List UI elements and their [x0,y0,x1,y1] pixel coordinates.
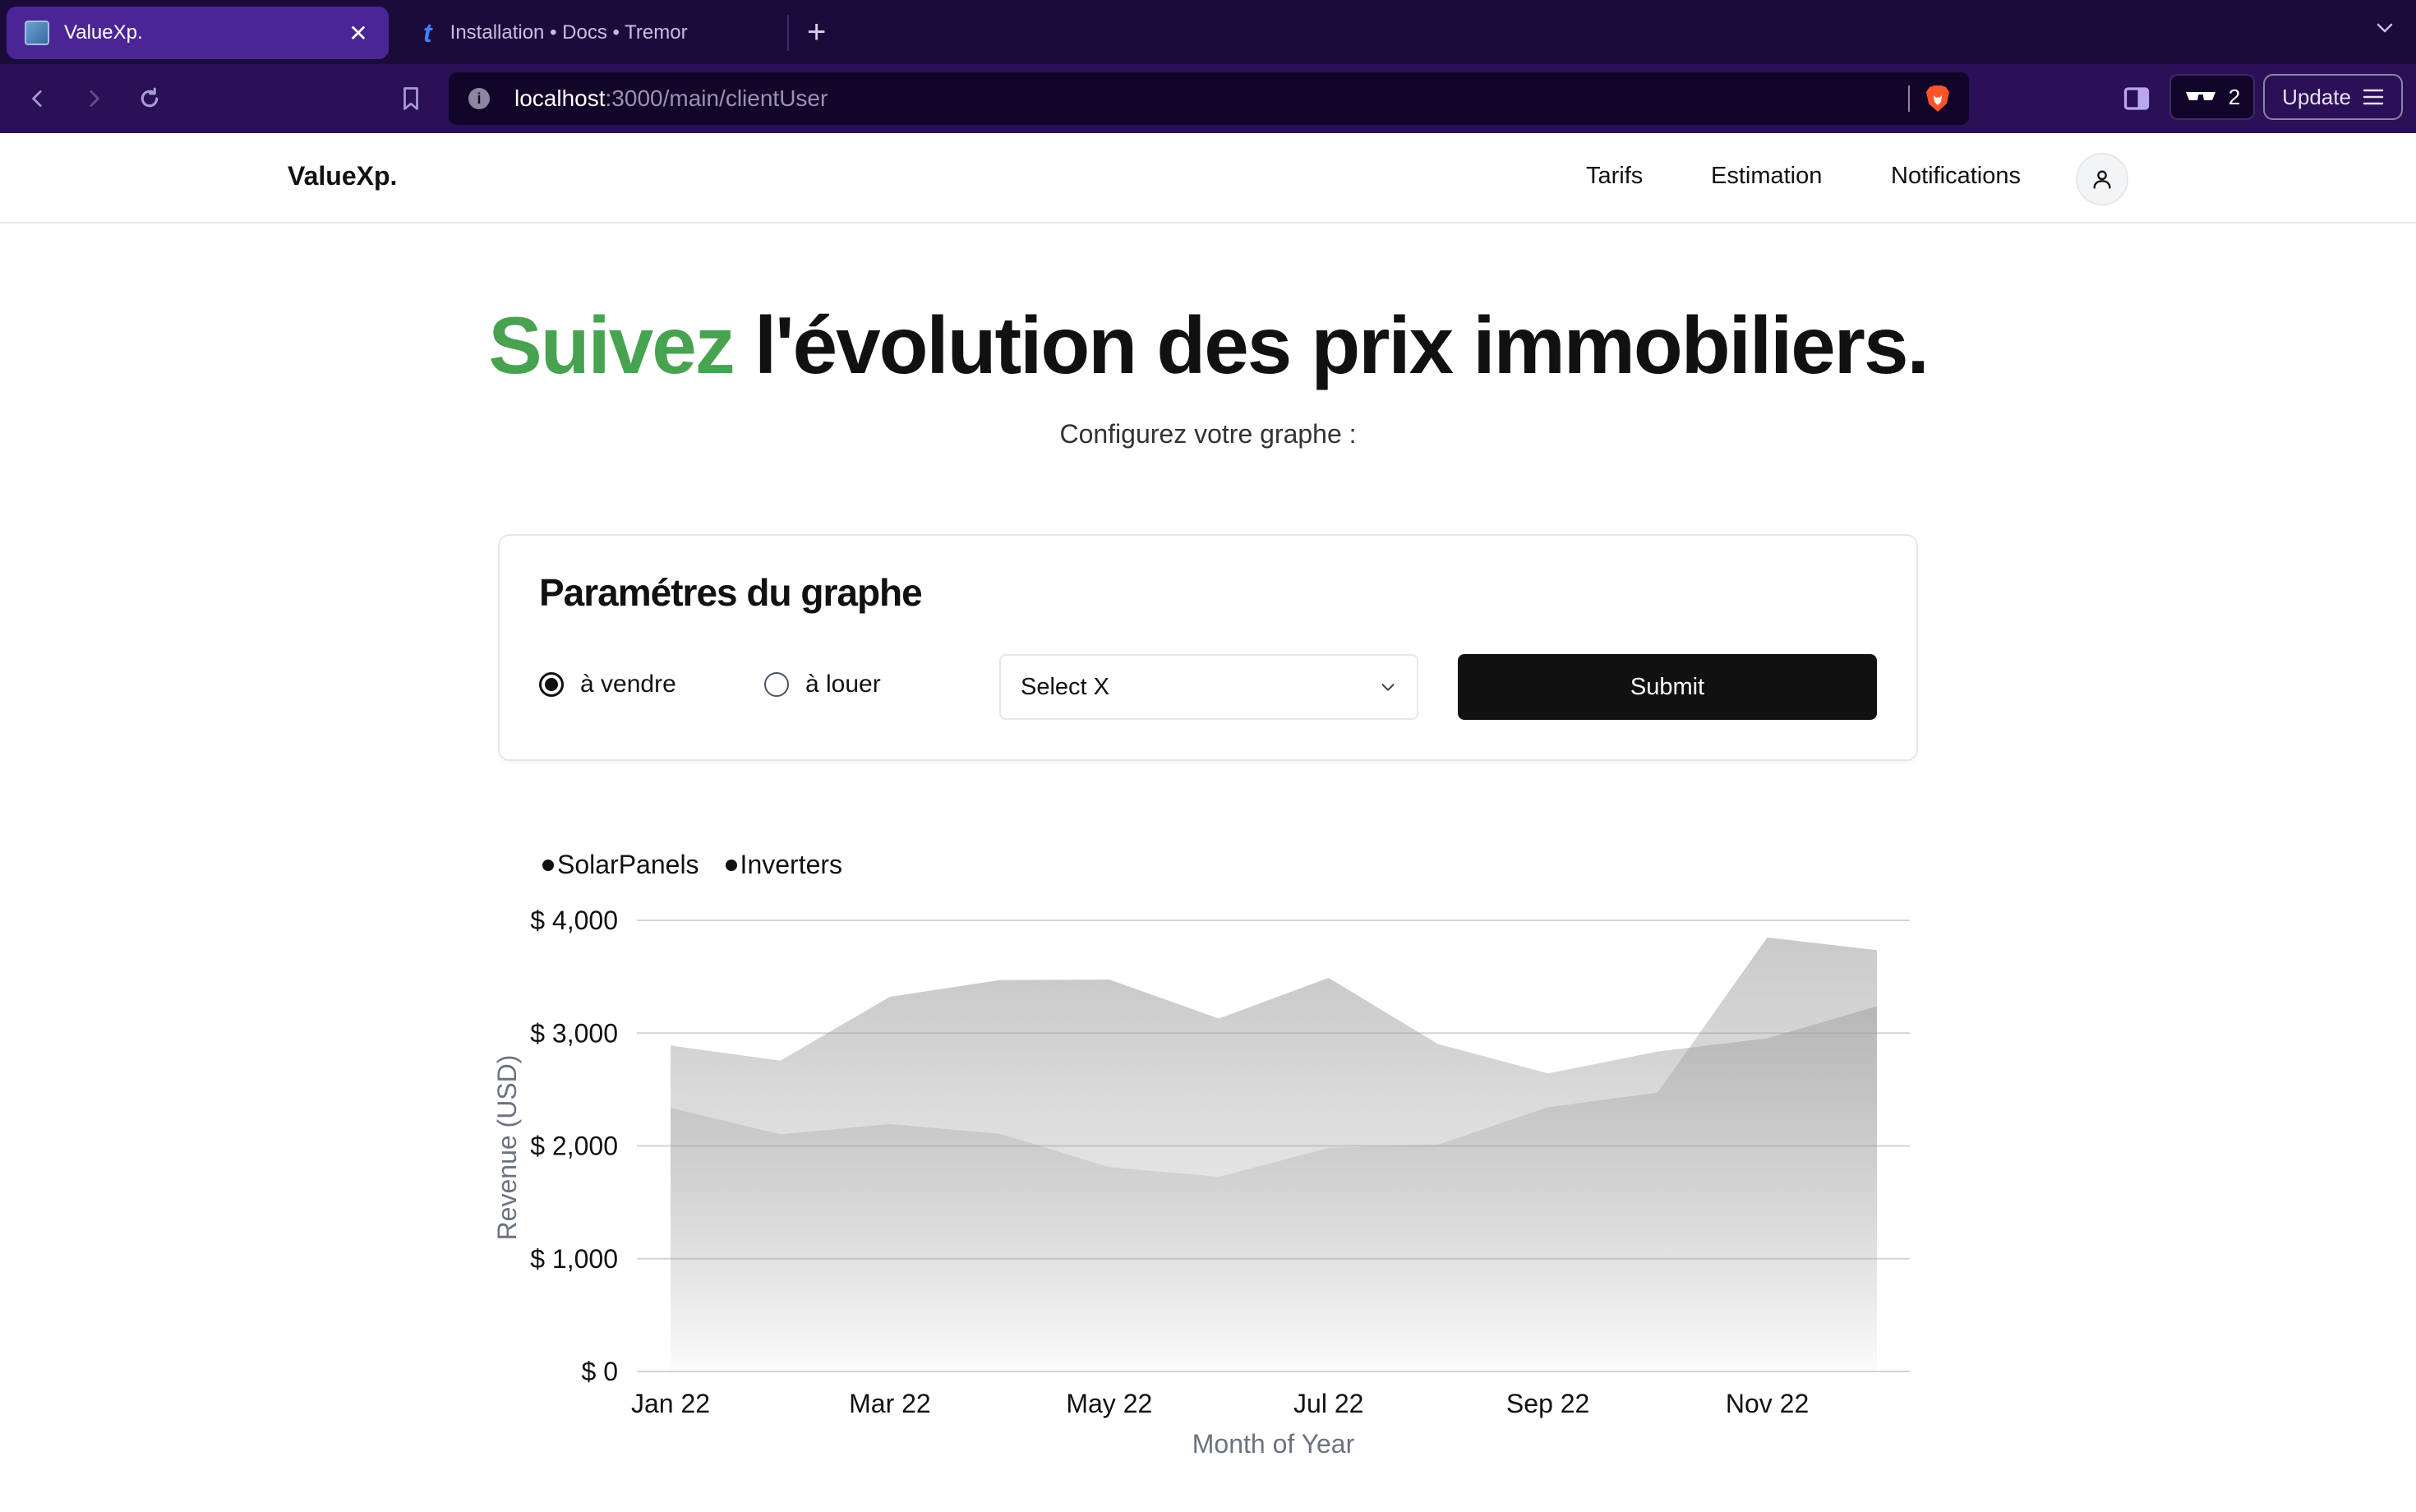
url-host: localhost [514,85,606,111]
update-button[interactable]: Update [2263,74,2403,120]
x-axis-select[interactable]: Select X [999,654,1418,720]
browser-toolbar: i localhost:3000/main/clientUser 2 Updat… [0,64,2416,133]
radio-label: à vendre [580,671,676,698]
tab-label: Installation • Docs • Tremor [450,21,688,44]
x-tick-label: May 22 [1066,1389,1152,1418]
title-accent: Suivez [488,300,735,390]
y-axis-label: Revenue (USD) [492,1055,522,1241]
title-rest: l'évolution des prix immobiliers. [754,300,1930,390]
y-tick-label: $ 2,000 [530,1132,618,1161]
area-series-inverters [671,937,1877,1371]
y-tick-label: $ 0 [582,1357,618,1386]
legend-dot [725,859,737,871]
extension-count: 2 [2228,84,2241,109]
reload-icon [141,87,159,108]
nav-link-estimation[interactable]: Estimation [1711,163,1822,190]
graph-params-card: Paramétres du graphe à vendre à louer Se… [498,534,1918,761]
update-label: Update [2282,84,2351,109]
x-tick-label: Nov 22 [1726,1389,1809,1418]
radio-for-rent[interactable]: à louer [764,671,881,698]
tab-divider [787,15,789,51]
chevron-down-icon [1381,684,1395,691]
sidebar-toggle-icon[interactable] [2122,84,2151,113]
legend-dot [542,859,554,871]
select-value: Select X [1021,673,1109,700]
arrow-left-icon [32,90,42,108]
radio-for-sale[interactable]: à vendre [539,671,676,698]
close-icon[interactable]: ✕ [346,20,371,47]
legend-label: SolarPanels [557,850,699,879]
nav-link-notifications[interactable]: Notifications [1891,163,2021,190]
address-bar[interactable]: i localhost:3000/main/clientUser [449,72,1969,125]
x-tick-label: Jan 22 [631,1389,710,1418]
submit-button[interactable]: Submit [1458,654,1877,720]
x-axis-label: Month of Year [1192,1429,1355,1459]
radio-unchecked-icon[interactable] [764,672,789,697]
page-subtitle: Configurez votre graphe : [1059,419,1357,449]
user-icon [2093,170,2111,189]
tab-valuexp[interactable]: ValueXp. ✕ [7,7,389,59]
radio-checked-icon[interactable] [539,672,564,697]
x-tick-label: Jul 22 [1293,1389,1363,1418]
x-tick-label: Mar 22 [849,1389,931,1418]
bookmark-icon [403,87,418,110]
brave-shields-icon[interactable] [1925,84,1951,113]
y-tick-label: $ 1,000 [530,1244,618,1274]
app-favicon-icon [25,21,49,45]
back-button[interactable] [20,81,56,117]
chevron-down-icon[interactable] [2375,18,2395,38]
area-series-solarpanels [671,977,1877,1371]
forward-button[interactable] [76,81,112,117]
y-tick-label: $ 3,000 [530,1018,618,1048]
tab-label: ValueXp. [64,21,143,44]
card-title: Paramétres du graphe [539,571,923,614]
legend-item-solarpanels[interactable]: SolarPanels [542,850,699,880]
new-tab-icon[interactable]: + [807,12,826,53]
site-info-icon[interactable]: i [468,88,490,109]
nav-link-tarifs[interactable]: Tarifs [1586,163,1643,190]
browser-tabbar: ValueXp. ✕ t Installation • Docs • Tremo… [0,0,2416,64]
y-tick-label: $ 4,000 [530,906,618,935]
user-avatar-button[interactable] [2076,153,2128,205]
reload-button[interactable] [131,81,168,117]
glasses-icon [2185,92,2215,100]
url-divider [1908,85,1910,112]
menu-icon [2363,89,2384,105]
chart-legend: SolarPanels Inverters [542,850,842,880]
page-title: Suivez l'évolution des prix immobiliers. [0,297,2416,393]
tab-tremor-docs[interactable]: t Installation • Docs • Tremor [407,7,785,59]
x-tick-label: Sep 22 [1506,1389,1589,1418]
bookmark-button[interactable] [393,81,429,117]
legend-item-inverters[interactable]: Inverters [725,850,843,880]
radio-label: à louer [805,671,881,698]
tremor-favicon-icon: t [423,17,432,48]
arrow-right-icon [90,90,99,108]
url-path: :3000/main/clientUser [605,85,828,111]
legend-label: Inverters [740,850,843,879]
app-header: ValueXp. Tarifs Estimation Notifications [0,133,2416,224]
extension-button[interactable]: 2 [2169,74,2255,120]
brand-logo[interactable]: ValueXp. [288,161,397,191]
